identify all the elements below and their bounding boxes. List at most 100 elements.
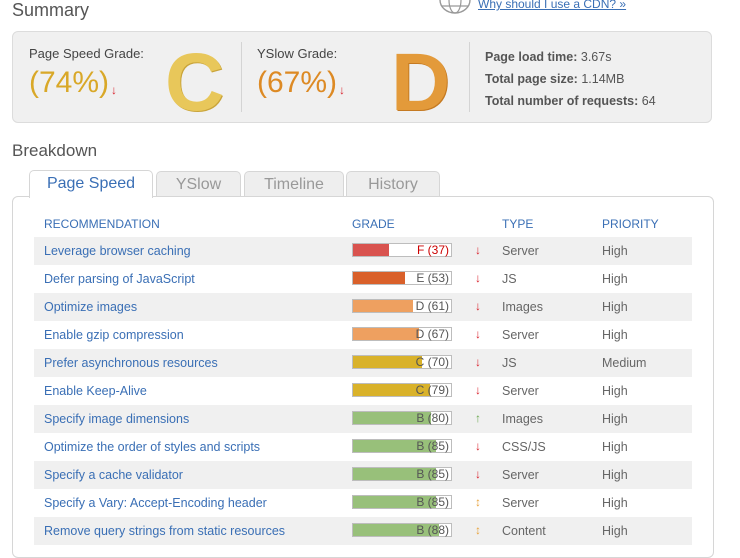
grade-text: B (85) [416,439,449,453]
grade-bar: D (61) [352,299,452,313]
grade-bar: B (85) [352,439,452,453]
pagespeed-grade-label: Page Speed Grade: [29,46,144,61]
type-cell: CSS/JS [502,440,546,454]
grade-text: D (61) [415,299,449,313]
grade-bar-fill [353,356,422,368]
tab-history[interactable]: History [346,171,440,197]
table-row[interactable]: Enable gzip compression D (67) ↓ Server High [34,321,692,349]
summary-panel: Page Speed Grade: (74%) ↓ C YSlow Grade: … [12,31,712,128]
cdn-link-text[interactable]: Why should I use a CDN? » [478,0,626,11]
grade-text: B (80) [416,411,449,425]
up-arrow-icon: ↑ [475,411,481,425]
priority-cell: High [602,496,628,510]
down-arrow-icon: ↓ [475,243,481,257]
recommendation-link[interactable]: Leverage browser caching [44,244,191,258]
table-row[interactable]: Enable Keep-Alive C (79) ↓ Server High [34,377,692,405]
grade-text: B (85) [416,467,449,481]
table-row[interactable]: Optimize the order of styles and scripts… [34,433,692,461]
recommendation-link[interactable]: Enable Keep-Alive [44,384,147,398]
type-cell: Server [502,496,539,510]
down-arrow-icon: ↓ [475,299,481,313]
grade-bar: F (37) [352,243,452,257]
table-row[interactable]: Specify a cache validator B (85) ↓ Server Hi… [34,461,692,489]
summary-title: Summary [12,0,90,20]
grade-bar: B (88) [352,523,452,537]
grade-bar-fill [353,244,390,256]
down-arrow-icon: ↓ [339,83,346,97]
priority-cell: Medium [602,356,647,370]
type-cell: JS [502,272,517,286]
grade-bar-fill [353,328,419,340]
cdn-link[interactable]: Why should I use a CDN? » [438,0,626,14]
recommendation-link[interactable]: Specify image dimensions [44,412,189,426]
down-arrow-icon: ↓ [475,327,481,341]
type-cell: Images [502,412,543,426]
grade-text: B (88) [416,523,449,537]
grade-bar-fill [353,300,413,312]
table-row[interactable]: Specify image dimensions B (80) ↑ Images Hig… [34,405,692,433]
recommendation-link[interactable]: Specify a Vary: Accept-Encoding header [44,496,267,510]
grade-bar: D (67) [352,327,452,341]
table-row[interactable]: Defer parsing of JavaScript E (53) ↓ JS High [34,265,692,293]
priority-cell: High [602,412,628,426]
type-cell: Server [502,328,539,342]
grade-bar: E (53) [352,271,452,285]
priority-cell: High [602,300,628,314]
type-cell: Server [502,468,539,482]
grade-bar-fill [353,272,405,284]
stat-requests: Total number of requests: 64 [485,94,656,108]
header-priority[interactable]: PRIORITY [602,217,659,231]
recommendation-link[interactable]: Optimize the order of styles and scripts [44,440,260,454]
type-cell: Server [502,244,539,258]
down-arrow-icon: ↓ [475,355,481,369]
globe-icon [439,0,471,14]
type-cell: Images [502,300,543,314]
table-row[interactable]: Optimize images D (61) ↓ Images High [34,293,692,321]
type-cell: Content [502,524,546,538]
priority-cell: High [602,468,628,482]
tab-timeline[interactable]: Timeline [244,171,344,197]
priority-cell: High [602,384,628,398]
recommendation-link[interactable]: Remove query strings from static resourc… [44,524,285,538]
grade-text: C (70) [415,355,449,369]
recommendation-link[interactable]: Prefer asynchronous resources [44,356,218,370]
priority-cell: High [602,524,628,538]
recommendation-link[interactable]: Specify a cache validator [44,468,183,482]
breakdown-panel: RECOMMENDATION GRADE TYPE PRIORITY Lever… [12,196,714,558]
yslow-grade: YSlow Grade: (67%) ↓ D [241,32,469,128]
grade-text: E (53) [416,271,449,285]
tab-yslow[interactable]: YSlow [156,171,241,197]
grade-bar: B (85) [352,495,452,509]
table-row[interactable]: Remove query strings from static resourc… [34,517,692,545]
priority-cell: High [602,440,628,454]
breakdown-title: Breakdown [12,141,98,160]
recommendation-link[interactable]: Enable gzip compression [44,328,184,342]
priority-cell: High [602,328,628,342]
down-arrow-icon: ↓ [475,383,481,397]
grade-text: D (67) [415,327,449,341]
grade-bar: B (85) [352,467,452,481]
table-row[interactable]: Leverage browser caching F (37) ↓ Server Hig… [34,237,692,265]
type-cell: Server [502,384,539,398]
table-row[interactable]: Specify a Vary: Accept-Encoding header B … [34,489,692,517]
table-row[interactable]: Prefer asynchronous resources C (70) ↓ JS Me… [34,349,692,377]
recommendation-link[interactable]: Optimize images [44,300,137,314]
stat-page-size: Total page size: 1.14MB [485,72,625,86]
grade-text: F (37) [416,243,449,257]
recommendation-link[interactable]: Defer parsing of JavaScript [44,272,195,286]
yslow-grade-letter: D [391,37,451,128]
down-arrow-icon: ↓ [111,83,118,97]
divider [469,42,470,112]
updown-arrow-icon: ↕ [475,523,481,537]
tab-page-speed[interactable]: Page Speed [29,170,153,198]
header-recommendation[interactable]: RECOMMENDATION [44,217,160,231]
header-type[interactable]: TYPE [502,217,533,231]
pagespeed-grade: Page Speed Grade: (74%) ↓ C [13,32,241,128]
down-arrow-icon: ↓ [475,271,481,285]
type-cell: JS [502,356,517,370]
yslow-percent: (67%) ↓ [257,66,346,99]
header-grade[interactable]: GRADE [352,217,395,231]
pagespeed-grade-letter: C [165,37,225,128]
grade-text: C (79) [415,383,449,397]
stat-load-time: Page load time: 3.67s [485,50,612,64]
